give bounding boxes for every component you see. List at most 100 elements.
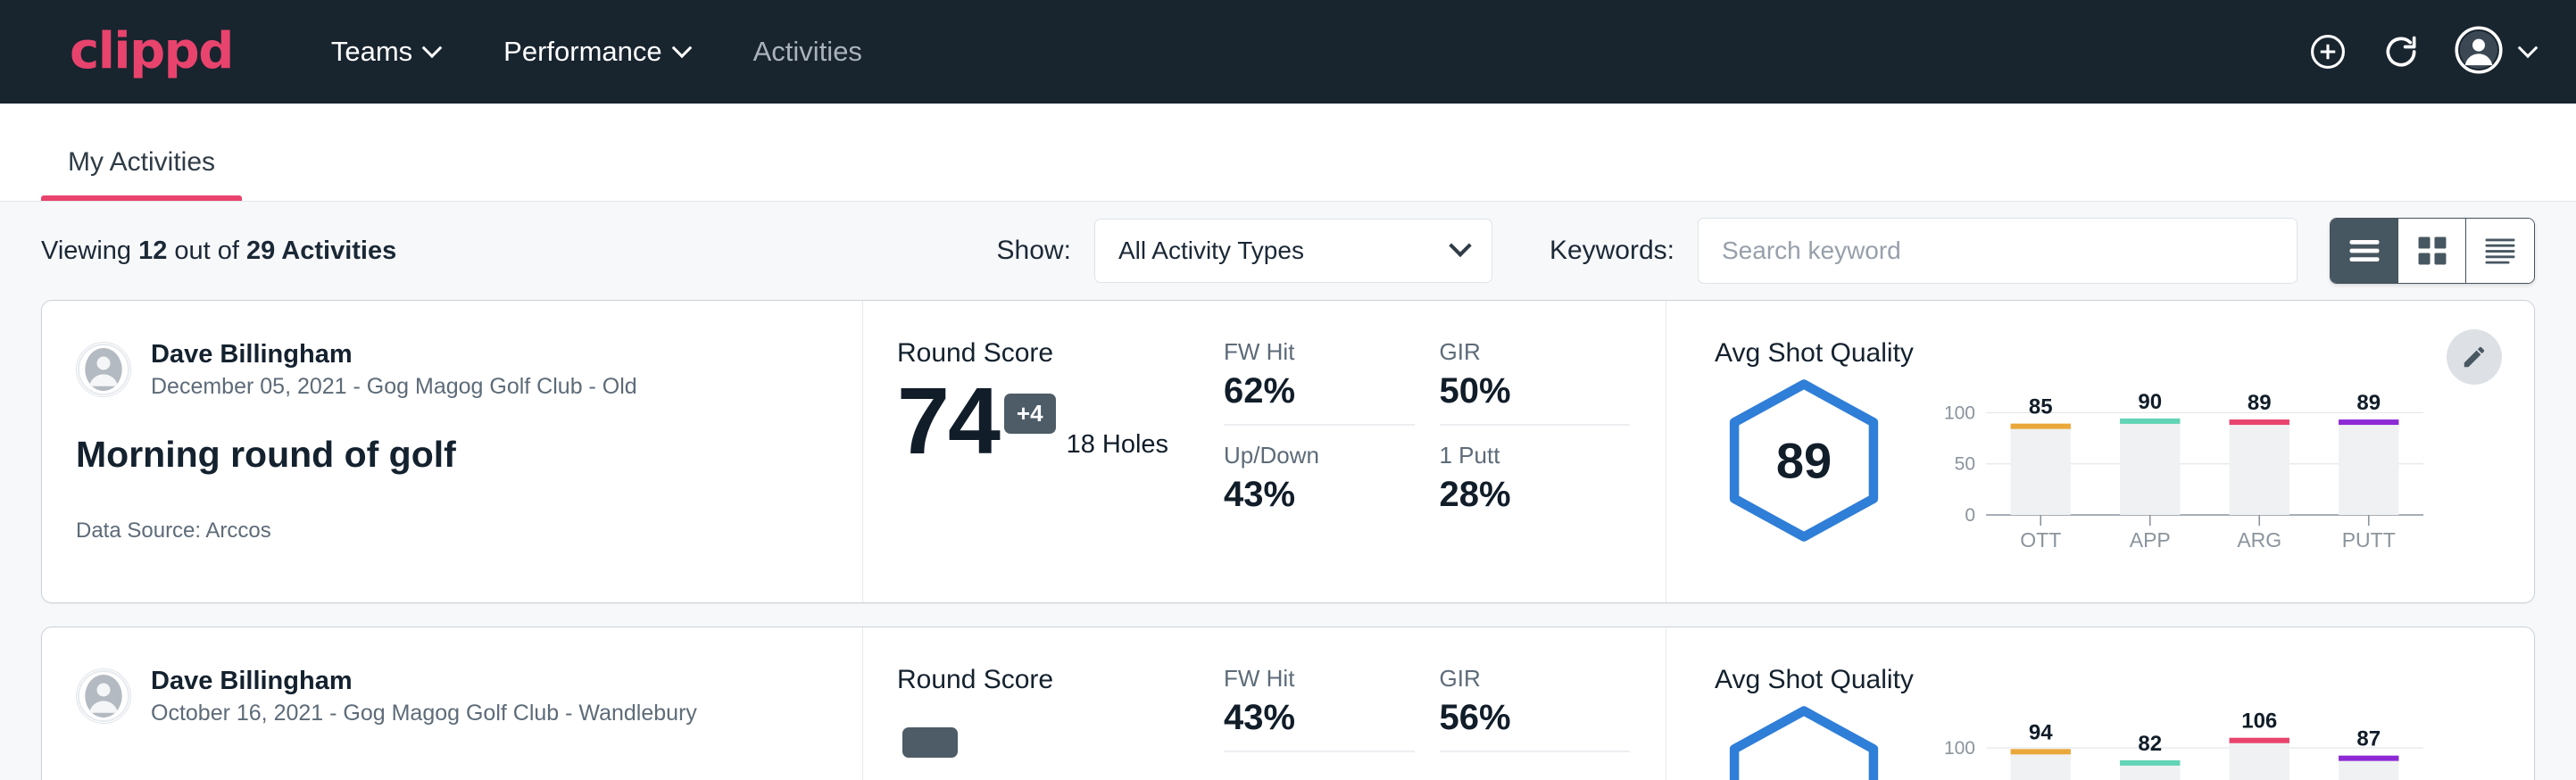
round-score-row — [897, 701, 1224, 758]
score-differential-badge — [902, 727, 958, 758]
round-score-column: Round Score — [863, 627, 1224, 780]
score-differential-badge: +4 — [1004, 394, 1056, 434]
edit-activity-button[interactable] — [2447, 329, 2502, 385]
stat-value: 43% — [1224, 698, 1415, 738]
nav-item-teams-label: Teams — [331, 36, 412, 68]
round-score-row: 74 +4 18 Holes — [897, 374, 1224, 469]
stat-value: 43% — [1224, 475, 1415, 515]
round-score-label: Round Score — [897, 665, 1224, 695]
stat-label: Up/Down — [1224, 442, 1415, 469]
page-tab-bar: My Activities — [0, 104, 2576, 202]
avg-shot-quality-body: 05010094OTT82APP106ARG87PUTT — [1715, 702, 2498, 780]
viewing-mid: out of — [167, 236, 246, 265]
activity-card[interactable]: Dave Billingham December 05, 2021 - Gog … — [41, 300, 2535, 603]
stat-value: 50% — [1440, 371, 1631, 411]
activity-data-source: Data Source: Arccos — [76, 519, 827, 544]
viewing-prefix: Viewing — [41, 236, 138, 265]
activity-title: Morning round of golf — [76, 434, 827, 476]
stat-label: FW Hit — [1224, 338, 1415, 366]
filter-controls: Show: All Activity Types Keywords: — [997, 218, 2535, 284]
round-score-column: Round Score 74 +4 18 Holes — [863, 301, 1224, 602]
plus-circle-icon[interactable] — [2308, 32, 2347, 71]
stat-up-down: Up/Down 43% — [1224, 442, 1415, 527]
svg-text:90: 90 — [2138, 390, 2162, 414]
grid-view-button[interactable] — [2398, 219, 2466, 283]
holes-played: 18 Holes — [1067, 430, 1168, 460]
top-navigation-bar: clippd Teams Performance Activities — [0, 0, 2576, 104]
round-score-value: 74 — [897, 374, 999, 469]
compact-view-icon — [2484, 237, 2516, 264]
stat-label: GIR — [1440, 665, 1631, 693]
nav-item-performance[interactable]: Performance — [484, 23, 708, 80]
brand-logo[interactable]: clippd — [70, 27, 233, 77]
grid-view-icon — [2417, 236, 2447, 266]
svg-text:100: 100 — [1944, 738, 1975, 759]
stat-fw-hit: FW Hit 43% — [1224, 665, 1415, 752]
quality-hexagon: 89 — [1715, 376, 1893, 545]
svg-text:106: 106 — [2241, 709, 2277, 734]
avg-shot-quality-label: Avg Shot Quality — [1715, 665, 2498, 695]
svg-text:APP: APP — [2130, 528, 2171, 552]
filter-toolbar: Viewing 12 out of 29 Activities Show: Al… — [0, 202, 2576, 300]
activity-card-list: Dave Billingham December 05, 2021 - Gog … — [0, 300, 2576, 780]
activity-info-column: Dave Billingham October 16, 2021 - Gog M… — [42, 627, 863, 780]
compact-view-button[interactable] — [2466, 219, 2534, 283]
stat-fw-hit: FW Hit 62% — [1224, 338, 1415, 426]
activity-type-select[interactable]: All Activity Types — [1094, 219, 1492, 283]
viewing-suffix: Activities — [275, 236, 396, 265]
avatar — [76, 342, 131, 397]
svg-text:100: 100 — [1944, 402, 1975, 423]
avg-shot-quality-label: Avg Shot Quality — [1715, 338, 2498, 369]
activity-type-select-value: All Activity Types — [1118, 236, 1304, 265]
view-mode-toggle-group — [2330, 218, 2535, 284]
stat-gir: GIR 56% — [1440, 665, 1631, 752]
svg-text:PUTT: PUTT — [2342, 528, 2396, 552]
tab-my-activities-label: My Activities — [68, 147, 215, 177]
refresh-icon[interactable] — [2381, 32, 2421, 71]
quality-hexagon-value: 89 — [1776, 432, 1832, 490]
activity-player: Dave Billingham October 16, 2021 - Gog M… — [76, 665, 827, 728]
avg-shot-quality-column: Avg Shot Quality 05010094OTT82APP106ARG8… — [1666, 627, 2534, 780]
stat-label: FW Hit — [1224, 665, 1415, 693]
stat-one-putt: 1 Putt 28% — [1440, 442, 1631, 527]
stat-label: GIR — [1440, 338, 1631, 366]
account-menu[interactable] — [2455, 26, 2535, 79]
round-score-label: Round Score — [897, 338, 1224, 369]
bar-chart-svg: 05010085OTT90APP89ARG89PUTT — [1931, 376, 2498, 554]
round-stats-column: FW Hit 62% GIR 50% Up/Down 43% 1 Putt 28… — [1224, 301, 1666, 602]
chevron-down-icon — [1449, 235, 1471, 257]
nav-item-activities[interactable]: Activities — [734, 23, 882, 80]
svg-text:ARG: ARG — [2237, 528, 2281, 552]
nav-right-actions — [2308, 26, 2535, 79]
avatar — [76, 668, 131, 724]
list-view-icon — [2348, 238, 2381, 263]
round-stats-column: FW Hit 43% GIR 56% — [1224, 627, 1666, 780]
stat-value: 56% — [1440, 698, 1631, 738]
activity-player: Dave Billingham December 05, 2021 - Gog … — [76, 338, 827, 402]
svg-text:94: 94 — [2029, 720, 2053, 744]
avg-shot-quality-column: Avg Shot Quality 89 05010085OTT90APP89AR… — [1666, 301, 2534, 602]
quality-hexagon — [1715, 702, 1893, 780]
nav-item-activities-label: Activities — [753, 36, 862, 68]
chevron-down-icon — [422, 37, 443, 58]
nav-item-teams[interactable]: Teams — [312, 23, 459, 80]
pencil-icon — [2461, 344, 2488, 370]
stat-value: 62% — [1224, 371, 1415, 411]
viewing-total: 29 — [246, 236, 275, 265]
svg-text:87: 87 — [2356, 727, 2381, 751]
svg-text:89: 89 — [2356, 391, 2381, 415]
activity-card[interactable]: Dave Billingham October 16, 2021 - Gog M… — [41, 626, 2535, 780]
chevron-down-icon — [2518, 37, 2539, 58]
keywords-label: Keywords: — [1550, 236, 1674, 266]
activity-meta: December 05, 2021 - Gog Magog Golf Club … — [151, 372, 637, 402]
tab-my-activities[interactable]: My Activities — [41, 147, 242, 201]
activity-meta: October 16, 2021 - Gog Magog Golf Club -… — [151, 699, 697, 728]
svg-text:82: 82 — [2138, 732, 2162, 756]
stat-gir: GIR 50% — [1440, 338, 1631, 426]
list-view-button[interactable] — [2331, 219, 2398, 283]
account-avatar-icon — [2455, 26, 2503, 79]
search-input[interactable] — [1698, 218, 2298, 284]
show-label: Show: — [997, 236, 1071, 266]
hexagon-icon — [1719, 702, 1889, 780]
stat-value: 28% — [1440, 475, 1631, 515]
